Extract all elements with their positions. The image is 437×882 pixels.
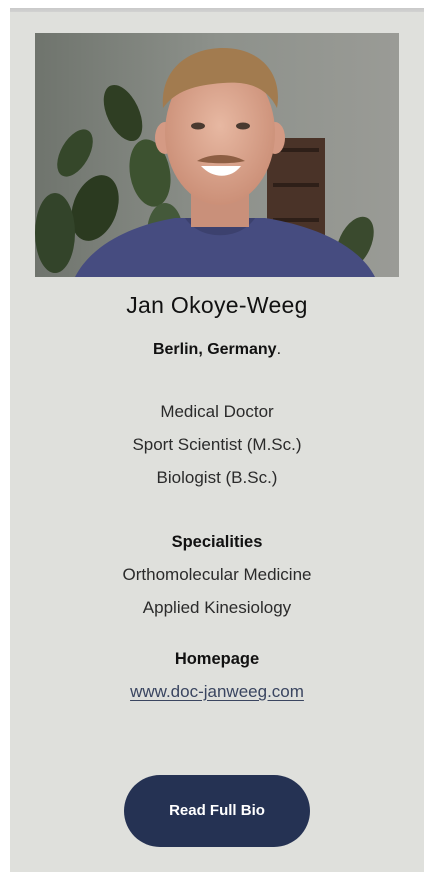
- portrait-illustration: [35, 33, 399, 277]
- speciality-item: Orthomolecular Medicine: [122, 565, 312, 584]
- specialities-heading: Specialities: [171, 533, 263, 551]
- read-full-bio-button[interactable]: Read Full Bio: [124, 775, 310, 847]
- title-biologist: Biologist (B.Sc.): [156, 468, 278, 487]
- profile-location: Berlin, Germany.: [10, 341, 424, 359]
- profile-name: Jan Okoye-Weeg: [126, 292, 308, 318]
- homepage-link[interactable]: www.doc-janweeg.com: [130, 682, 304, 701]
- homepage-link-wrapper: www.doc-janweeg.com: [10, 682, 424, 702]
- title-sport-scientist: Sport Scientist (M.Sc.): [132, 435, 302, 454]
- location-text: Berlin, Germany: [152, 341, 277, 358]
- title-medical-doctor: Medical Doctor: [160, 402, 274, 421]
- speciality-item: Applied Kinesiology: [142, 598, 292, 617]
- profile-card: Jan Okoye-Weeg Berlin, Germany. Medical …: [10, 12, 424, 872]
- profile-photo: [35, 33, 399, 277]
- homepage-heading: Homepage: [174, 650, 260, 668]
- location-suffix: .: [276, 341, 282, 358]
